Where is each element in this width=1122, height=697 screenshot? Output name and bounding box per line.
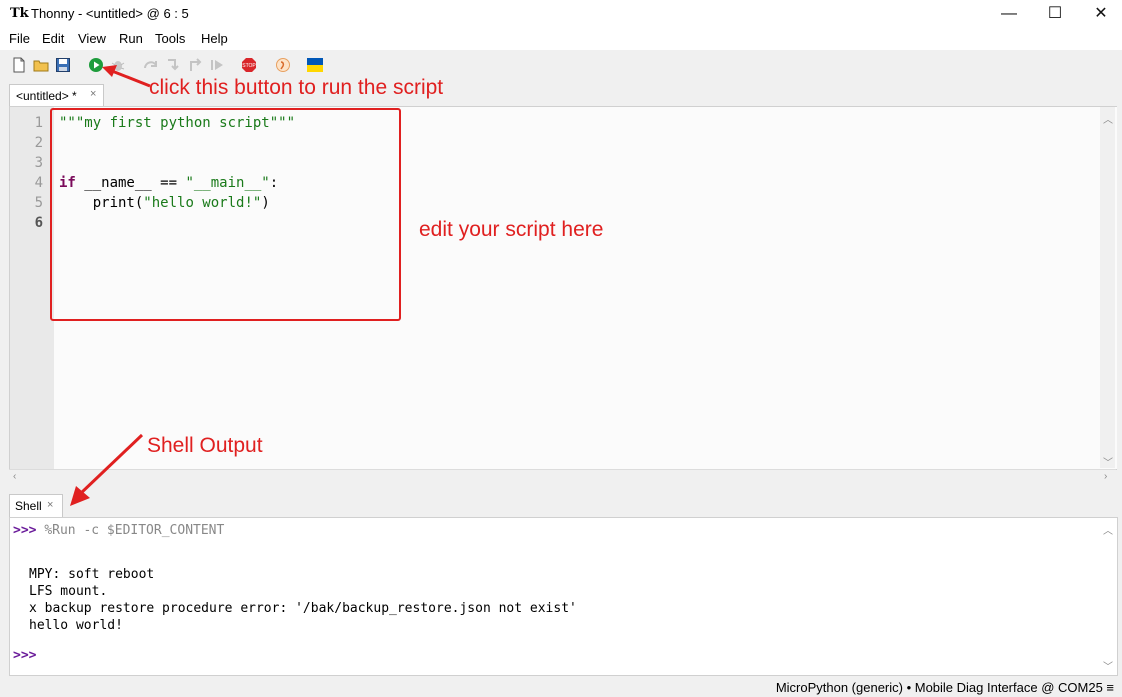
- menu-edit[interactable]: Edit: [42, 31, 64, 46]
- stop-icon[interactable]: STOP: [241, 57, 257, 73]
- close-icon[interactable]: ✕: [1078, 0, 1122, 30]
- open-file-icon[interactable]: [33, 57, 49, 73]
- save-icon[interactable]: [55, 57, 71, 73]
- scroll-right-icon[interactable]: ›: [1104, 471, 1107, 482]
- edit-area-highlight: [50, 108, 401, 321]
- shell-tab-label: Shell: [15, 499, 42, 513]
- scroll-down-icon[interactable]: ﹀: [1103, 454, 1113, 469]
- svg-text:STOP: STOP: [242, 63, 256, 69]
- shell-output-line: MPY: soft reboot: [29, 567, 155, 582]
- line-number: 2: [34, 135, 43, 151]
- run-hint-label: click this button to run the script: [149, 76, 444, 99]
- resume-icon[interactable]: [209, 57, 225, 73]
- ukraine-flag-icon[interactable]: [307, 57, 323, 73]
- menu-view[interactable]: View: [78, 31, 106, 46]
- editor-tab-label: <untitled> *: [16, 89, 77, 103]
- shell-output-line: hello world!: [29, 618, 123, 633]
- new-file-icon[interactable]: [11, 57, 27, 73]
- step-out-icon[interactable]: [187, 57, 203, 73]
- scroll-left-icon[interactable]: ‹: [13, 471, 16, 482]
- scroll-down-icon[interactable]: ﹀: [1103, 658, 1113, 673]
- run-hint-arrow: [102, 65, 151, 88]
- shell-hint-arrow: [70, 433, 144, 506]
- shell-console[interactable]: [9, 517, 1118, 676]
- interpreter-status[interactable]: MicroPython (generic) • Mobile Diag Inte…: [776, 680, 1114, 695]
- support-icon[interactable]: [275, 57, 291, 73]
- editor-horizontal-scrollbar[interactable]: [9, 469, 1116, 486]
- shell-command-text: %Run -c $EDITOR_CONTENT: [44, 523, 225, 538]
- line-number: 5: [34, 195, 43, 211]
- line-number: 1: [34, 115, 43, 131]
- line-number: 4: [34, 175, 43, 191]
- menu-run[interactable]: Run: [119, 31, 143, 46]
- editor-vertical-scrollbar[interactable]: [1100, 107, 1115, 468]
- shell-command: %Run -c $EDITOR_CONTENT: [36, 523, 224, 538]
- maximize-icon[interactable]: ☐: [1032, 0, 1078, 30]
- shell-command-line: >>> %Run -c $EDITOR_CONTENT: [13, 522, 224, 538]
- scroll-up-icon[interactable]: ︿: [1103, 522, 1113, 537]
- shell-output-line: x backup restore procedure error: '/bak/…: [29, 601, 577, 616]
- close-tab-icon[interactable]: ×: [90, 88, 96, 100]
- line-number: 3: [34, 155, 43, 171]
- menu-file[interactable]: File: [9, 31, 30, 46]
- edit-hint-label: edit your script here: [419, 218, 604, 241]
- thonny-app-icon: Tk: [10, 6, 29, 21]
- close-tab-icon[interactable]: ×: [47, 499, 53, 511]
- scroll-up-icon[interactable]: ︿: [1103, 111, 1113, 126]
- shell-prompt: >>>: [13, 523, 37, 538]
- step-into-icon[interactable]: [165, 57, 181, 73]
- line-number-current: 6: [34, 215, 43, 231]
- shell-hint-label: Shell Output: [147, 434, 263, 457]
- menu-help[interactable]: Help: [201, 31, 228, 46]
- window-title: Thonny - <untitled> @ 6 : 5: [31, 6, 189, 21]
- menu-tools[interactable]: Tools: [155, 31, 185, 46]
- minimize-icon[interactable]: —: [986, 0, 1032, 30]
- shell-output-line: LFS mount.: [29, 584, 108, 599]
- shell-prompt: >>>: [13, 648, 37, 663]
